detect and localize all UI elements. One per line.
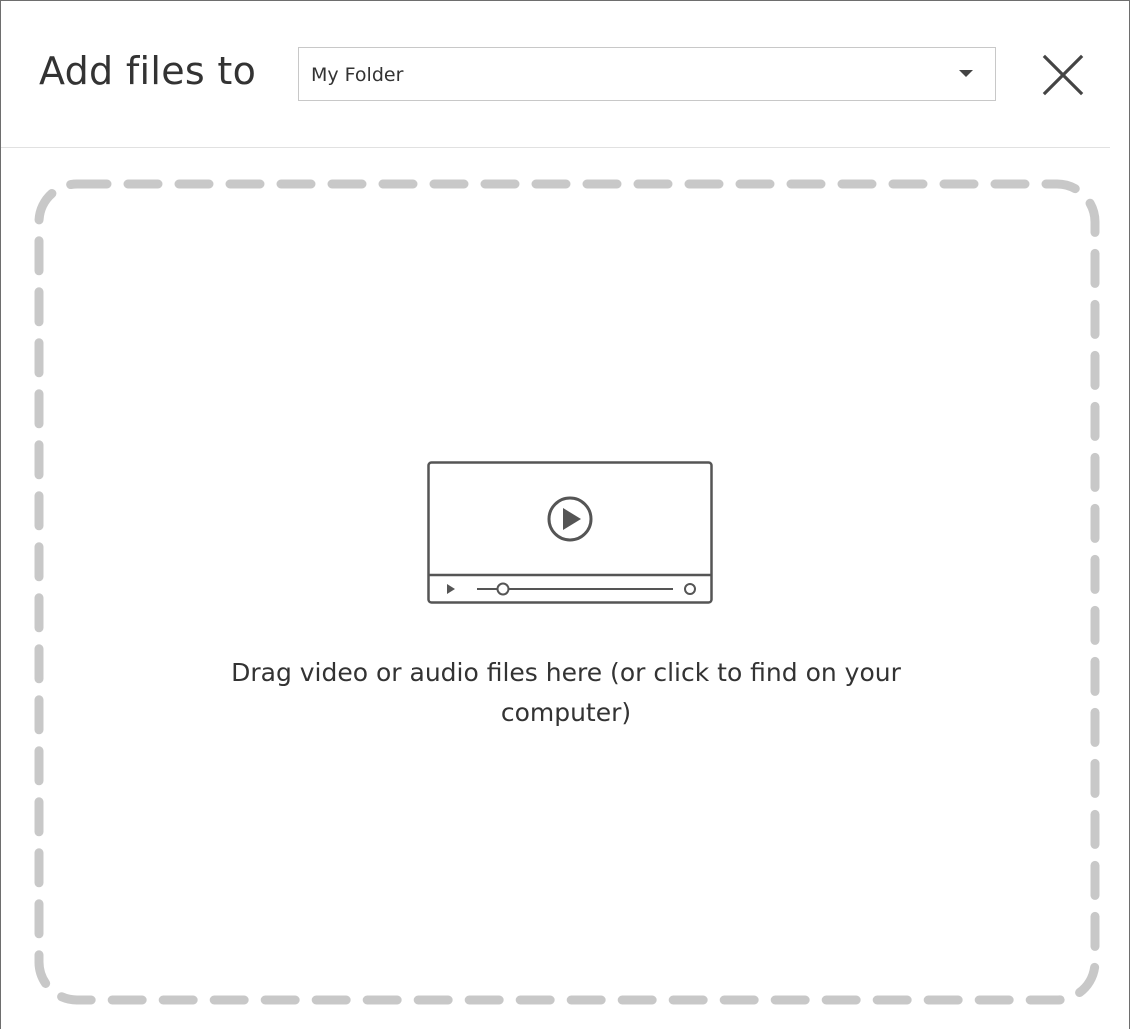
video-player-icon [427, 461, 713, 605]
close-icon [1042, 54, 1084, 96]
close-button[interactable] [1039, 51, 1087, 99]
chevron-down-icon [959, 70, 973, 77]
add-files-dialog: Add files to My Folder Drag video or aud… [0, 0, 1130, 1029]
folder-select-value: My Folder [311, 64, 404, 86]
drop-zone-instructions: Drag video or audio files here (or click… [231, 658, 901, 727]
dialog-title: Add files to [39, 49, 257, 93]
dialog-header: Add files to My Folder [1, 1, 1110, 148]
folder-select[interactable]: My Folder [298, 47, 996, 101]
